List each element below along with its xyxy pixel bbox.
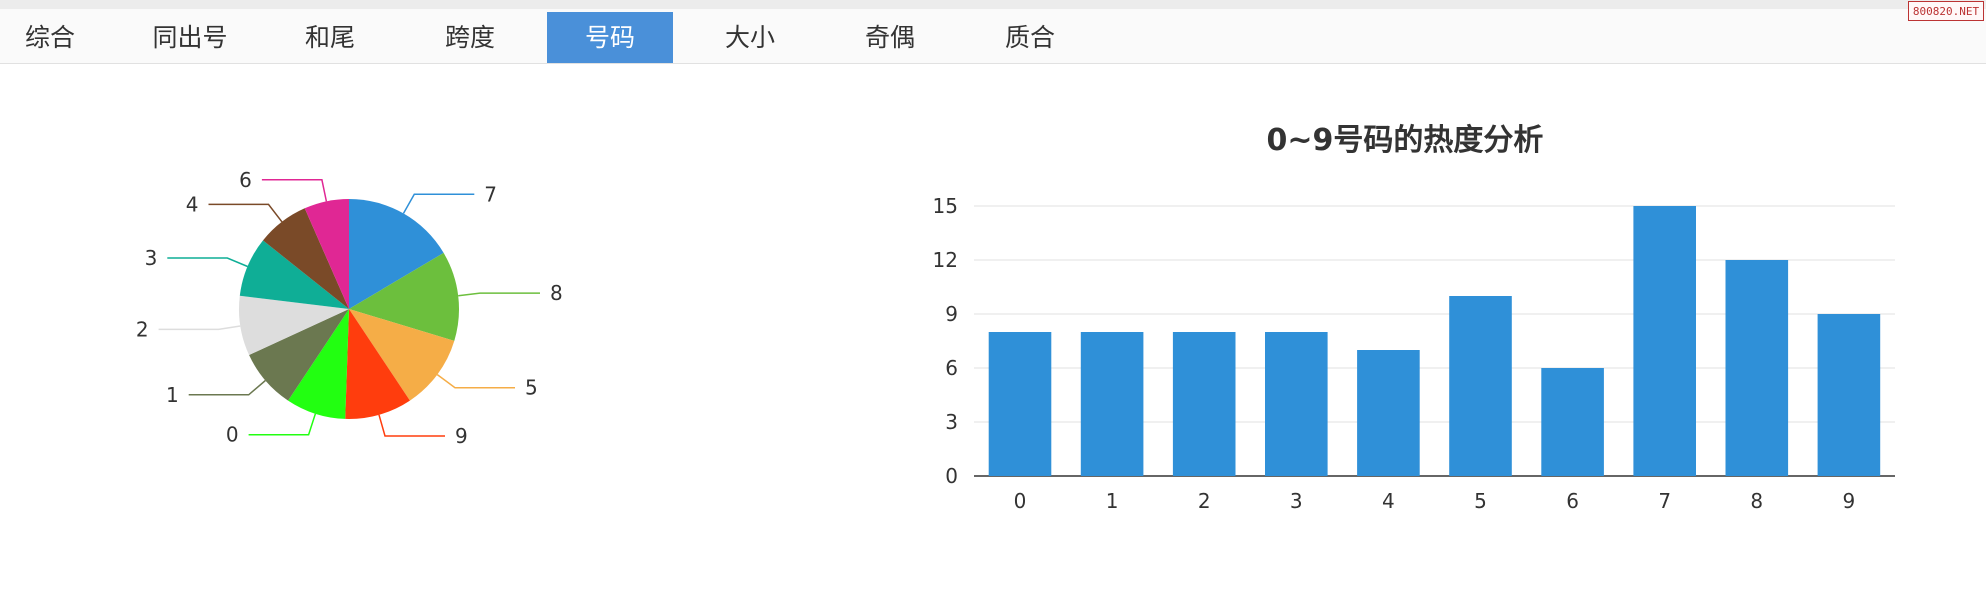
x-tick-label: 9 [1843, 489, 1856, 513]
tab-odd-even[interactable]: 奇偶 [840, 12, 940, 63]
pie-label-4: 4 [186, 192, 199, 216]
x-tick-label: 4 [1382, 489, 1395, 513]
bar-7[interactable] [1633, 206, 1696, 476]
pie-label-line-9 [378, 414, 445, 437]
pie-label-line-4 [208, 203, 283, 223]
bar-8[interactable] [1725, 260, 1789, 476]
page: 综合 同出号 和尾 跨度 号码 大小 奇偶 质合 800820.NET 7 8 5 9… [0, 0, 1986, 616]
x-tick-label: 5 [1474, 489, 1487, 513]
pie-label-line-6 [261, 179, 328, 202]
y-tick-label: 6 [945, 356, 958, 380]
pie-label-line-3 [167, 257, 248, 268]
pie-label-line-0 [248, 413, 317, 436]
tab-span[interactable]: 跨度 [420, 12, 520, 63]
bar-4[interactable] [1357, 350, 1420, 476]
pie-chart: 7 8 5 9 0 1 2 3 4 6 [136, 168, 563, 448]
pie-label-2: 2 [136, 317, 149, 341]
pie-label-1: 1 [166, 383, 179, 407]
pie-label-0: 0 [226, 423, 239, 447]
pie-label-3: 3 [145, 246, 158, 270]
tab-prime-composite[interactable]: 质合 [980, 12, 1080, 63]
y-tick-label: 3 [945, 410, 958, 434]
x-tick-label: 3 [1290, 489, 1303, 513]
bar-1[interactable] [1080, 332, 1144, 476]
tab-big-small[interactable]: 大小 [700, 12, 800, 63]
tab-same-numbers[interactable]: 同出号 [135, 12, 245, 63]
y-tick-label: 9 [945, 302, 958, 326]
x-tick-label: 1 [1106, 489, 1119, 513]
pie-label-9: 9 [455, 424, 468, 448]
x-tick-label: 2 [1198, 489, 1211, 513]
tab-bar: 综合 同出号 和尾 跨度 号码 大小 奇偶 质合 [0, 0, 1986, 64]
bar-6[interactable] [1541, 368, 1604, 476]
pie-label-line-2 [158, 325, 241, 331]
tab-sum-tail[interactable]: 和尾 [280, 12, 380, 63]
y-tick-label: 15 [933, 194, 958, 218]
bar-9[interactable] [1817, 314, 1881, 476]
pie-label-5: 5 [525, 376, 538, 400]
pie-label-line-1 [188, 379, 266, 396]
bar-5[interactable] [1449, 296, 1512, 476]
bar-0[interactable] [988, 332, 1052, 476]
site-watermark: 800820.NET [1908, 1, 1984, 21]
bar-chart: 0~9号码的热度分析 036912150 1 2 3 4 5 6 7 8 9 [933, 123, 1895, 513]
bar-chart-title: 0~9号码的热度分析 [1267, 123, 1544, 158]
bar-3[interactable] [1265, 332, 1328, 476]
tab-numbers[interactable]: 号码 [547, 12, 673, 63]
x-tick-label: 0 [1014, 489, 1027, 513]
pie-label-line-8 [458, 292, 540, 297]
bar-2[interactable] [1172, 332, 1236, 476]
x-tick-label: 7 [1658, 489, 1671, 513]
y-tick-label: 0 [945, 464, 958, 488]
x-tick-label: 8 [1750, 489, 1763, 513]
pie-label-line-7 [402, 193, 475, 214]
pie-label-7: 7 [484, 182, 497, 206]
pie-label-8: 8 [550, 281, 563, 305]
y-tick-label: 12 [933, 248, 958, 272]
pie-label-6: 6 [239, 168, 252, 192]
pie-label-line-5 [436, 373, 515, 389]
x-tick-label: 6 [1566, 489, 1579, 513]
tab-overview[interactable]: 综合 [0, 12, 100, 63]
